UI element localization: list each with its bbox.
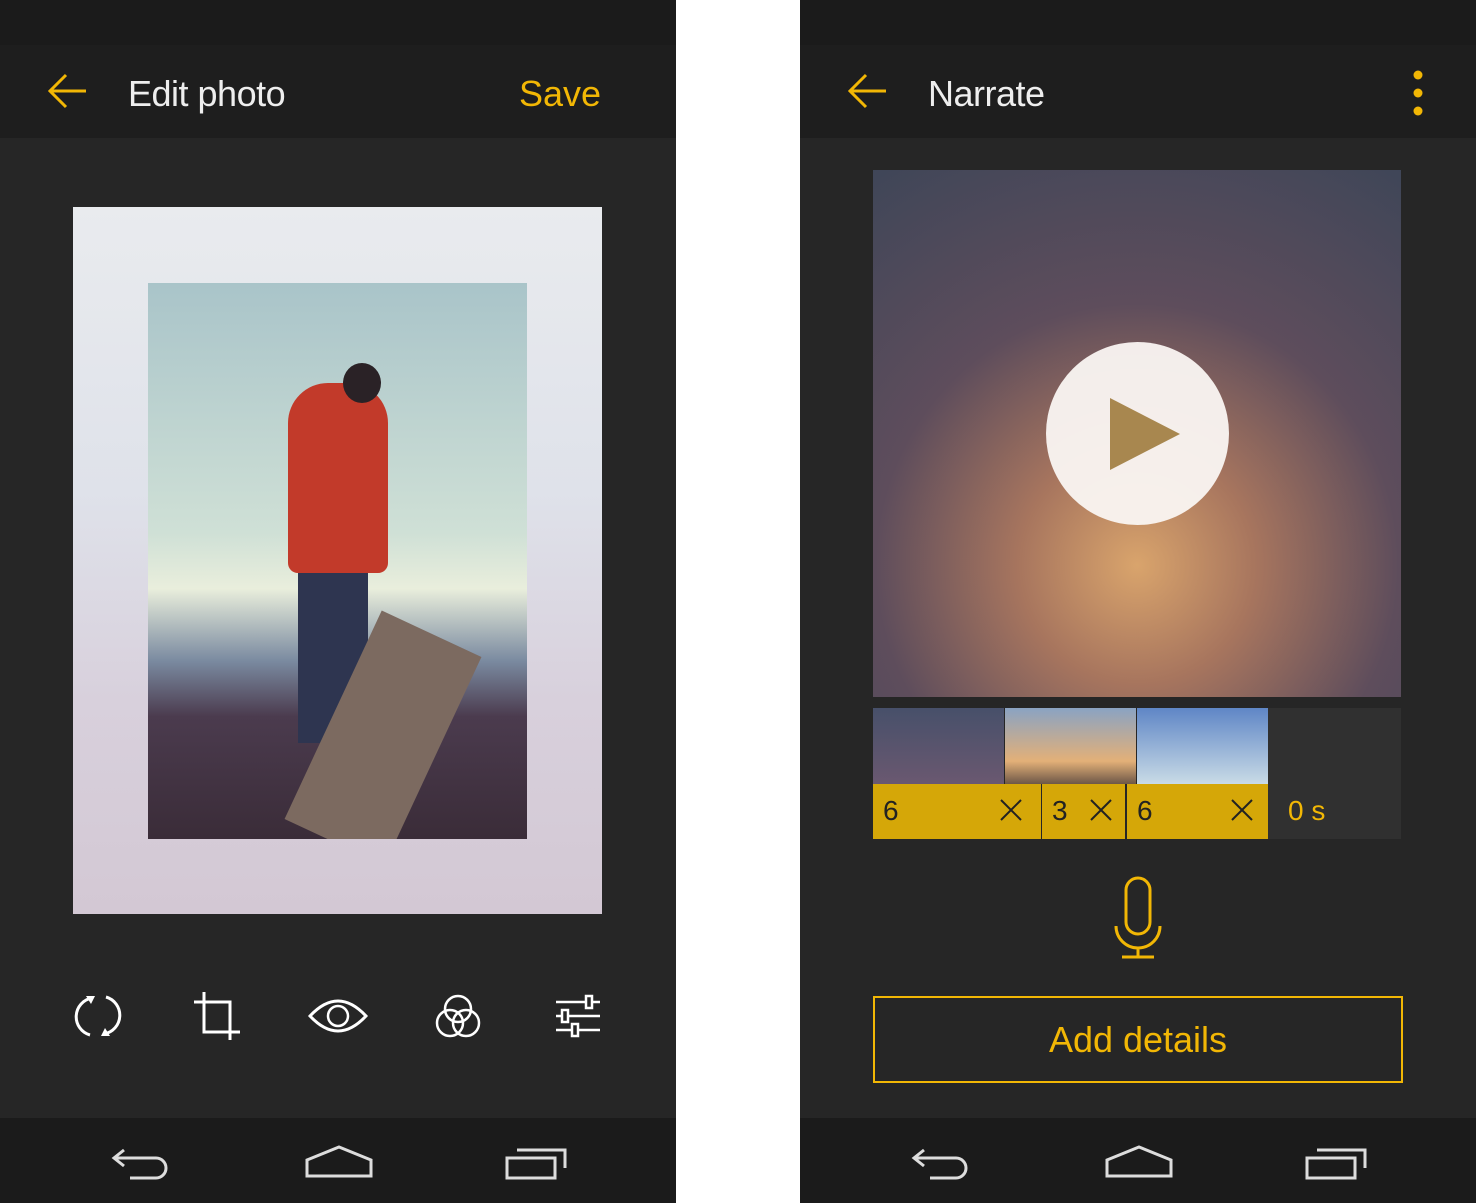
nav-back-icon[interactable] [910,1144,972,1180]
photo[interactable] [148,283,527,839]
add-details-button[interactable]: Add details [873,996,1403,1083]
clip-thumb[interactable] [1005,708,1136,784]
app-bar: Edit photo Save [0,45,676,138]
save-button[interactable]: Save [519,73,601,115]
overflow-menu-icon[interactable] [1410,69,1426,117]
back-arrow-icon[interactable] [846,69,890,113]
narrate-screen: Narrate 6 3 6 0 s Add details [800,0,1476,1203]
clip-seconds: 6 [1137,795,1153,826]
system-nav-bar [800,1118,1476,1203]
recording-slot: 0 s [1268,708,1401,839]
edit-photo-screen: Edit photo Save [0,0,676,1203]
clip-seconds: 6 [883,795,899,826]
clip-thumb[interactable] [1137,708,1268,784]
play-icon [1110,398,1180,470]
system-nav-bar [0,1118,676,1203]
status-bar [800,0,1476,45]
clip-duration[interactable]: 6 [1127,784,1268,839]
recorded-duration: 0 s [1288,795,1326,826]
app-bar: Narrate [800,45,1476,138]
back-arrow-icon[interactable] [46,69,90,113]
nav-recents-icon[interactable] [505,1144,569,1180]
microphone-icon[interactable] [1112,876,1164,960]
filters-icon[interactable] [432,990,484,1042]
video-preview[interactable] [873,170,1401,697]
remove-clip-icon[interactable] [1230,798,1254,822]
nav-home-icon[interactable] [305,1144,373,1180]
status-bar [0,0,676,45]
clip-duration[interactable]: 3 [1042,784,1125,839]
page-title: Narrate [928,73,1045,114]
rotate-icon[interactable] [72,990,124,1042]
play-button[interactable] [1046,342,1229,525]
clip-thumb[interactable] [873,708,1004,784]
photo-frame[interactable] [73,207,602,914]
remove-clip-icon[interactable] [1089,798,1113,822]
crop-icon[interactable] [192,990,244,1042]
clip-seconds: 3 [1052,795,1068,826]
clip-duration[interactable]: 6 [873,784,1041,839]
nav-back-icon[interactable] [110,1144,172,1180]
page-title: Edit photo [128,73,286,114]
nav-home-icon[interactable] [1105,1144,1173,1180]
adjust-sliders-icon[interactable] [552,990,604,1042]
nav-recents-icon[interactable] [1305,1144,1369,1180]
eye-icon[interactable] [308,990,368,1042]
remove-clip-icon[interactable] [999,798,1023,822]
